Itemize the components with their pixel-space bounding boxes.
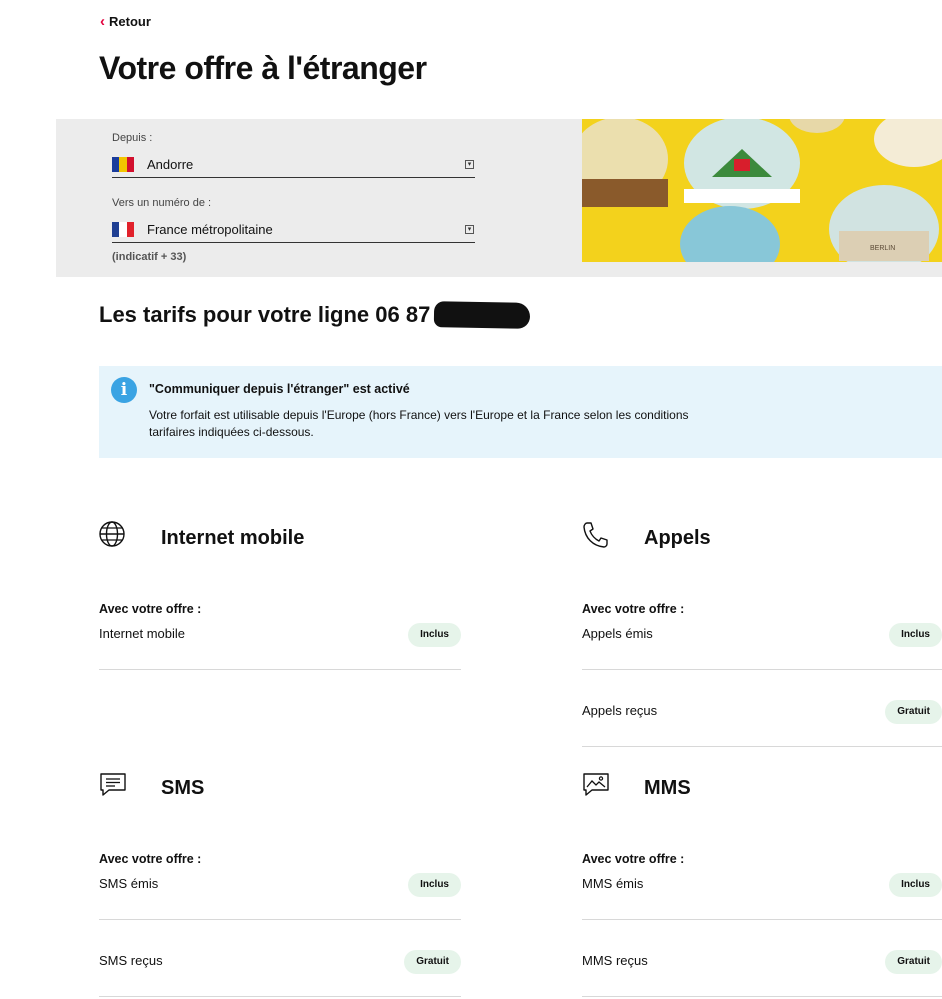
rate-row: SMS émis Inclus (99, 873, 461, 920)
redacted-number (434, 301, 531, 329)
to-country-select[interactable]: France métropolitaine ▾ (112, 217, 475, 243)
dropdown-icon: ▾ (465, 225, 474, 234)
status-badge: Gratuit (404, 950, 461, 974)
rate-row: Appels reçus Gratuit (582, 700, 942, 747)
info-banner: i "Communiquer depuis l'étranger" est ac… (99, 366, 942, 458)
rate-label: MMS reçus (582, 953, 648, 968)
message-icon (100, 773, 126, 796)
section-internet: Internet mobile Avec votre offre : Inter… (99, 521, 461, 671)
france-flag-icon (112, 222, 134, 237)
info-title: "Communiquer depuis l'étranger" est acti… (149, 382, 410, 396)
section-title: MMS (644, 777, 691, 799)
rate-row: SMS reçus Gratuit (99, 950, 461, 997)
picture-message-icon (583, 773, 609, 796)
rate-row: MMS reçus Gratuit (582, 950, 942, 997)
status-badge: Gratuit (885, 950, 942, 974)
rate-label: Appels émis (582, 626, 653, 641)
from-label: Depuis : (112, 132, 153, 144)
chevron-left-icon: ‹ (100, 13, 105, 30)
rate-label: MMS émis (582, 876, 644, 891)
rates-title: Les tarifs pour votre ligne 06 87 (99, 301, 531, 329)
section-title: Appels (644, 527, 711, 549)
info-icon: i (111, 377, 137, 403)
rates-title-text: Les tarifs pour votre ligne 06 87 (99, 302, 431, 327)
country-selector-panel: Depuis : Andorre ▾ Vers un numéro de : F… (56, 119, 942, 277)
to-label: Vers un numéro de : (112, 197, 212, 209)
offer-label: Avec votre offre : (99, 852, 202, 866)
section-title: SMS (161, 777, 205, 799)
status-badge: Gratuit (885, 700, 942, 724)
section-mms: MMS Avec votre offre : MMS émis Inclus M… (582, 771, 942, 999)
offer-label: Avec votre offre : (99, 602, 202, 616)
offer-label: Avec votre offre : (582, 602, 685, 616)
snow-globes-image: BERLIN (582, 119, 942, 262)
section-title: Internet mobile (161, 527, 305, 549)
rate-row: Internet mobile Inclus (99, 623, 461, 670)
hero-image-caption: BERLIN (870, 245, 895, 252)
rate-row: Appels émis Inclus (582, 623, 942, 670)
info-text: Votre forfait est utilisable depuis l'Eu… (149, 407, 729, 441)
rate-label: Appels reçus (582, 703, 658, 718)
status-badge: Inclus (889, 623, 942, 647)
offer-label: Avec votre offre : (582, 852, 685, 866)
to-country-value: France métropolitaine (147, 222, 273, 237)
rate-row: MMS émis Inclus (582, 873, 942, 920)
back-link[interactable]: ‹ Retour (100, 14, 151, 29)
from-country-value: Andorre (147, 157, 194, 172)
info-text-line: Votre forfait est utilisable depuis l'Eu… (149, 408, 689, 422)
info-text-line: tarifaires indiquées ci-dessous. (149, 425, 314, 439)
rate-label: SMS émis (99, 876, 159, 891)
status-badge: Inclus (408, 623, 461, 647)
rate-label: SMS reçus (99, 953, 163, 968)
section-calls: Appels Avec votre offre : Appels émis In… (582, 521, 942, 751)
globe-icon (99, 521, 125, 547)
andorra-flag-icon (112, 157, 134, 172)
phone-icon (583, 522, 608, 548)
section-sms: SMS Avec votre offre : SMS émis Inclus S… (99, 771, 461, 999)
from-country-select[interactable]: Andorre ▾ (112, 152, 475, 178)
dial-code-hint: (indicatif + 33) (112, 251, 187, 263)
status-badge: Inclus (408, 873, 461, 897)
dropdown-icon: ▾ (465, 160, 474, 169)
page-title: Votre offre à l'étranger (99, 50, 427, 86)
rate-label: Internet mobile (99, 626, 185, 641)
status-badge: Inclus (889, 873, 942, 897)
back-label: Retour (109, 14, 151, 29)
